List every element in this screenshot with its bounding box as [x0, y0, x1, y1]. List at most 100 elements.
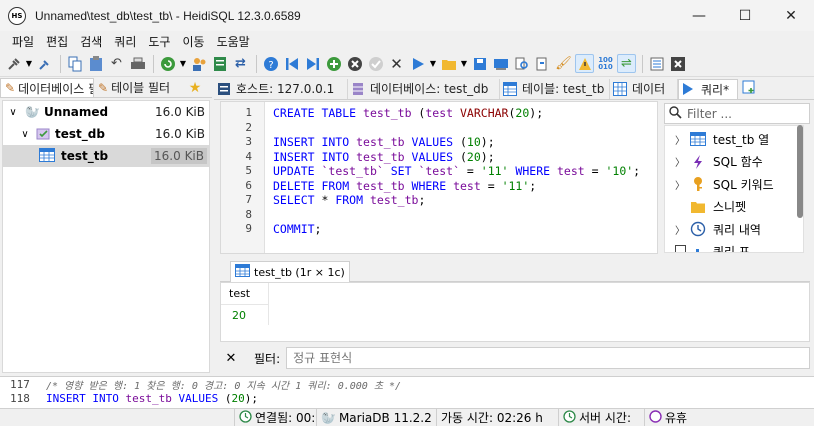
user-manager-icon[interactable]: [189, 54, 208, 73]
refresh-icon[interactable]: [158, 54, 177, 73]
code-area[interactable]: CREATE TABLE test_tb (test VARCHAR(20); …: [265, 102, 640, 253]
helper-item-history[interactable]: 〉 쿼리 내역: [665, 218, 803, 241]
connected-time: 연결됨: 00:: [255, 411, 316, 425]
result-tab[interactable]: test_tb (1r × 1c): [230, 261, 350, 282]
dropdown-arrow-icon[interactable]: ▼: [429, 54, 437, 73]
tree-node-database[interactable]: ∨ test_db 16.0 KiB: [3, 123, 209, 145]
help-icon[interactable]: ?: [261, 54, 280, 73]
tab-data[interactable]: 데이터: [610, 78, 678, 99]
helper-item-functions[interactable]: 〉 SQL 함수: [665, 151, 803, 174]
tree-node-session[interactable]: ∨ 🦭 Unnamed 16.0 KiB: [3, 101, 209, 123]
execute-query-icon[interactable]: [408, 54, 427, 73]
dropdown-arrow-icon[interactable]: ▼: [25, 54, 33, 73]
sql-log[interactable]: 117 /* 영향 받은 행: 1 찾은 행: 0 경고: 0 지속 시간 1 …: [0, 376, 814, 408]
close-button[interactable]: ✕: [768, 0, 814, 31]
delete-record-icon[interactable]: [345, 54, 364, 73]
tab-host[interactable]: 호스트: 127.0.0.1: [214, 78, 348, 99]
tab-database-filter[interactable]: ✎ 데이터베이스 필터: [0, 78, 94, 97]
log-options-icon[interactable]: [647, 54, 666, 73]
menu-help[interactable]: 도움말: [211, 33, 256, 50]
star-icon: ★: [188, 79, 202, 96]
menu-file[interactable]: 파일: [6, 33, 40, 50]
sql-editor[interactable]: 1 2 3 4 5 6 7 8 9 CREATE TABLE test_tb (…: [220, 101, 658, 254]
chevron-right-icon[interactable]: 〉: [675, 177, 687, 192]
status-uptime: 가동 시간: 02:26 h: [436, 408, 558, 426]
code-line: SELECT * FROM test_tb;: [273, 193, 426, 207]
search-icon: [669, 105, 682, 122]
close-tab-icon[interactable]: [668, 54, 687, 73]
menu-query[interactable]: 쿼리: [108, 33, 142, 50]
disconnect-plug-icon[interactable]: [35, 54, 54, 73]
post-record-icon[interactable]: [366, 54, 385, 73]
wrap-lines-icon[interactable]: ⇌: [617, 54, 636, 73]
line-number: 4: [245, 149, 252, 163]
connect-plug-icon[interactable]: [4, 54, 23, 73]
save-icon[interactable]: [470, 54, 489, 73]
helper-item-profile[interactable]: 쿼리 프: [665, 241, 803, 253]
maximize-button[interactable]: ☐: [722, 0, 768, 31]
toolbar-separator: [153, 54, 154, 73]
helper-item-columns[interactable]: 〉 test_tb 열: [665, 128, 803, 151]
paste-icon[interactable]: [86, 54, 105, 73]
export-sql-icon[interactable]: [210, 54, 229, 73]
menu-tools[interactable]: 도구: [142, 33, 176, 50]
chevron-down-icon[interactable]: ∨: [17, 129, 33, 140]
main-tab-bar: 호스트: 127.0.0.1 데이터베이스: test_db 테이블: test…: [214, 78, 814, 100]
tree-node-table[interactable]: test_tb 16.0 KiB: [3, 145, 209, 167]
grid-cell[interactable]: 20: [221, 305, 269, 325]
helper-item-snippets[interactable]: 스니펫: [665, 196, 803, 219]
chevron-right-icon[interactable]: 〉: [675, 154, 687, 169]
code-line: INSERT INTO test_tb VALUES (10);: [273, 135, 495, 149]
helper-label: 쿼리 프: [713, 245, 750, 253]
chevron-right-icon[interactable]: 〉: [675, 222, 687, 237]
chevron-down-icon[interactable]: ∨: [5, 107, 21, 118]
add-record-icon[interactable]: [324, 54, 343, 73]
transfer-icon[interactable]: ⇄: [231, 54, 250, 73]
warning-toggle-icon[interactable]: [575, 54, 594, 73]
undo-icon[interactable]: ↶: [107, 54, 126, 73]
print-icon[interactable]: [128, 54, 147, 73]
reformat-sql-icon[interactable]: 🖌: [554, 54, 573, 73]
binary-display-icon[interactable]: 100 010: [596, 54, 615, 73]
status-connected: 연결됨: 00:: [234, 408, 316, 426]
load-sql-file-icon[interactable]: [439, 54, 458, 73]
heidisql-logo-icon: HS: [8, 6, 26, 25]
chevron-right-icon[interactable]: 〉: [675, 132, 687, 147]
menu-edit[interactable]: 편집: [40, 33, 74, 50]
status-empty: [0, 409, 234, 426]
close-filter-icon[interactable]: ✕: [222, 351, 240, 366]
tab-label: 쿼리*: [701, 82, 730, 97]
tab-database[interactable]: 데이터베이스: test_db: [348, 78, 500, 99]
column-header[interactable]: test: [221, 283, 269, 305]
find-next-icon[interactable]: [533, 54, 552, 73]
minimize-button[interactable]: —: [676, 0, 722, 31]
filter-input[interactable]: [286, 347, 811, 369]
dropdown-arrow-icon[interactable]: ▼: [179, 54, 187, 73]
helpers-filter-input[interactable]: Filter ...: [664, 103, 810, 124]
find-icon[interactable]: [512, 54, 531, 73]
tab-label: 데이터베이스: test_db: [370, 82, 489, 96]
tab-table-filter[interactable]: ✎ 테이블 필터: [94, 78, 182, 97]
first-record-icon[interactable]: [282, 54, 301, 73]
code-line: INSERT INTO test_tb VALUES (20);: [273, 149, 495, 164]
cancel-icon[interactable]: ✕: [387, 54, 406, 73]
menu-go[interactable]: 이동: [176, 33, 210, 50]
helpers-scrollbar[interactable]: [797, 125, 803, 218]
tab-query[interactable]: 쿼리*: [678, 78, 738, 99]
svg-text:?: ?: [268, 60, 273, 71]
copy-icon[interactable]: [65, 54, 84, 73]
tab-favorites[interactable]: ★: [182, 78, 208, 97]
log-line: 117 /* 영향 받은 행: 1 찾은 행: 0 경고: 0 지속 시간 1 …: [0, 377, 814, 392]
result-grid[interactable]: test 20: [220, 282, 810, 342]
line-number: 7: [245, 193, 252, 206]
new-query-tab-button[interactable]: [738, 79, 762, 99]
checkbox-icon[interactable]: [675, 244, 687, 252]
tab-table[interactable]: 테이블: test_tb: [500, 78, 610, 99]
save-snippet-icon[interactable]: [491, 54, 510, 73]
menu-search[interactable]: 검색: [74, 33, 108, 50]
dropdown-arrow-icon[interactable]: ▼: [460, 54, 468, 73]
server-time: 서버 시간:: [579, 411, 632, 425]
last-record-icon[interactable]: [303, 54, 322, 73]
helper-item-keywords[interactable]: 〉 SQL 키워드: [665, 173, 803, 196]
folder-icon: [689, 199, 707, 215]
